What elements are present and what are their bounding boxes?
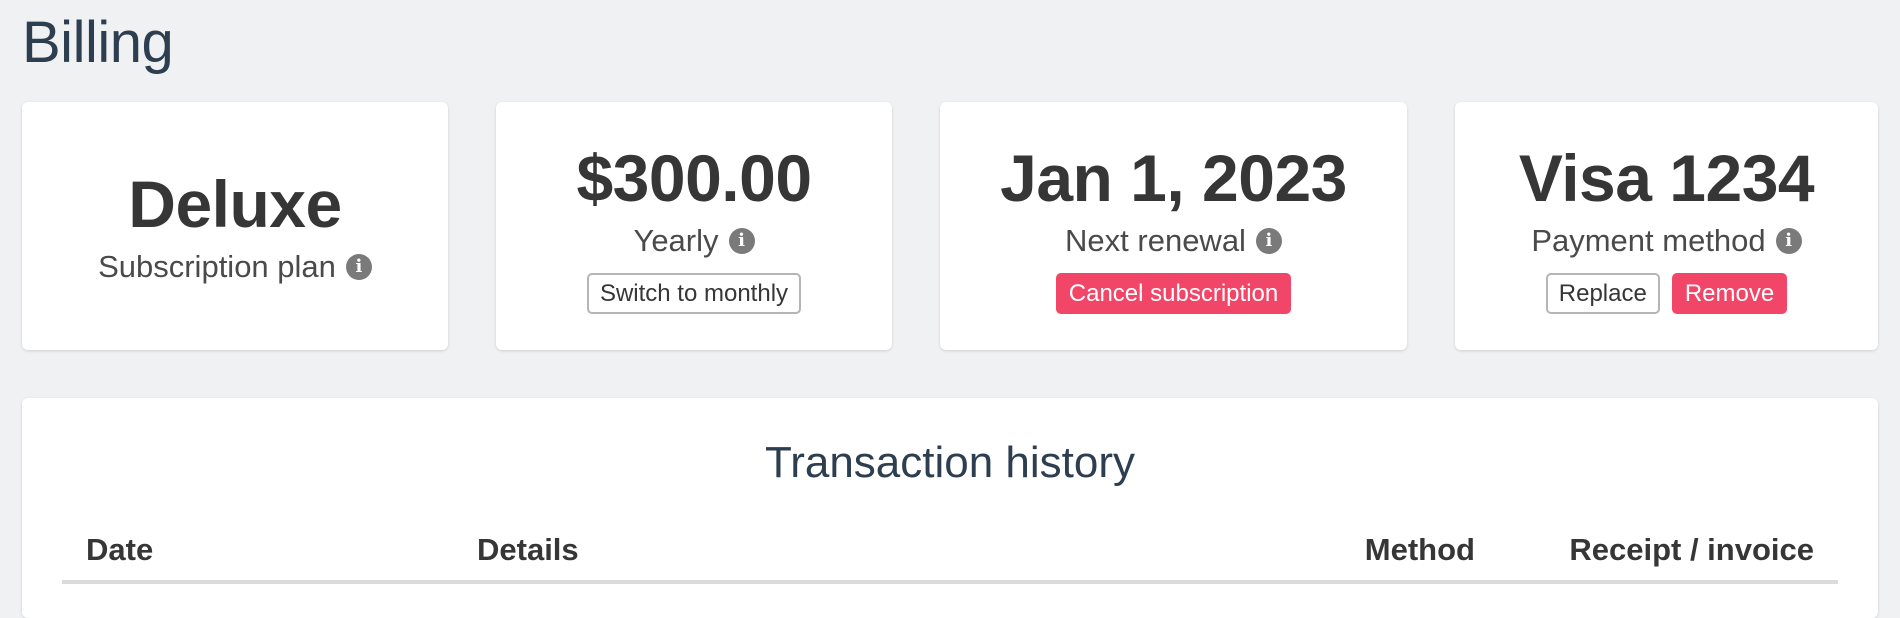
plan-label-row: Subscription plan i bbox=[98, 247, 372, 287]
renewal-label: Next renewal bbox=[1065, 222, 1246, 258]
payment-label-row: Payment method i bbox=[1531, 221, 1802, 261]
renewal-date: Jan 1, 2023 bbox=[1000, 140, 1347, 215]
billing-cycle-label: Yearly bbox=[633, 222, 719, 258]
transaction-history-table: Date Details Method Receipt / invoice bbox=[62, 520, 1838, 584]
info-icon[interactable]: i bbox=[1255, 227, 1282, 254]
plan-label: Subscription plan bbox=[98, 249, 336, 284]
payment-actions: Replace Remove bbox=[1545, 272, 1788, 314]
info-icon[interactable]: i bbox=[345, 254, 372, 280]
transaction-history-title: Transaction history bbox=[764, 438, 1136, 487]
column-header-date: Date bbox=[62, 520, 453, 584]
price-card: $300.00 Yearly i Switch to monthly bbox=[496, 102, 892, 350]
column-header-details: Details bbox=[453, 520, 1121, 584]
table-header-row: Date Details Method Receipt / invoice bbox=[62, 520, 1838, 584]
remove-payment-button[interactable]: Remove bbox=[1671, 272, 1788, 314]
page-title: Billing bbox=[22, 10, 174, 75]
renewal-actions: Cancel subscription bbox=[1055, 272, 1292, 314]
plan-price: $300.00 bbox=[576, 140, 812, 215]
column-header-method: Method bbox=[1121, 520, 1499, 584]
info-icon[interactable]: i bbox=[1775, 227, 1802, 254]
plan-name: Deluxe bbox=[128, 167, 342, 241]
info-icon[interactable]: i bbox=[728, 227, 755, 254]
payment-method-card: Visa 1234 Payment method i Replace Remov… bbox=[1455, 102, 1878, 350]
subscription-plan-card: Deluxe Subscription plan i bbox=[22, 102, 448, 350]
payment-method-value: Visa 1234 bbox=[1518, 140, 1815, 215]
payment-method-label: Payment method bbox=[1531, 222, 1766, 258]
cancel-subscription-button[interactable]: Cancel subscription bbox=[1055, 272, 1292, 314]
billing-cycle-row: Yearly i bbox=[633, 221, 755, 261]
transaction-history-card: Transaction history Date Details Method … bbox=[22, 398, 1878, 618]
replace-payment-button[interactable]: Replace bbox=[1545, 272, 1660, 314]
renewal-label-row: Next renewal i bbox=[1065, 221, 1282, 261]
renewal-card: Jan 1, 2023 Next renewal i Cancel subscr… bbox=[940, 102, 1407, 350]
switch-to-monthly-button[interactable]: Switch to monthly bbox=[586, 272, 802, 314]
column-header-receipt: Receipt / invoice bbox=[1499, 520, 1838, 584]
price-actions: Switch to monthly bbox=[586, 272, 802, 314]
